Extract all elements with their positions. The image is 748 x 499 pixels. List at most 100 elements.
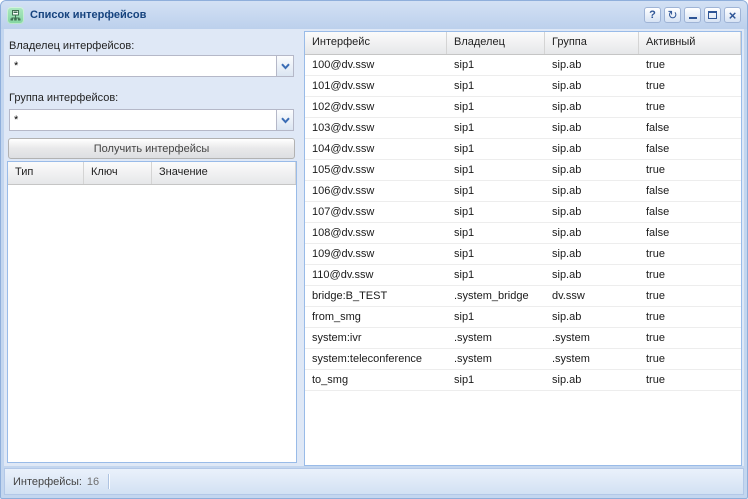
table-cell: sip.ab <box>545 55 639 75</box>
table-row[interactable]: 105@dv.sswsip1sip.abtrue <box>305 160 741 181</box>
column-header-group[interactable]: Группа <box>545 32 639 54</box>
column-header-interface[interactable]: Интерфейс <box>305 32 447 54</box>
table-row[interactable]: system:ivr.system.systemtrue <box>305 328 741 349</box>
table-cell: .system_bridge <box>447 286 545 306</box>
table-cell: sip.ab <box>545 223 639 243</box>
table-row[interactable]: 101@dv.sswsip1sip.abtrue <box>305 76 741 97</box>
minimize-icon <box>689 12 697 19</box>
table-cell: sip.ab <box>545 202 639 222</box>
column-header-type[interactable]: Тип <box>8 162 84 184</box>
table-cell: true <box>639 307 741 327</box>
window-controls: ? ↻ × <box>644 7 741 23</box>
table-cell: sip.ab <box>545 118 639 138</box>
table-cell: system:teleconference <box>305 349 447 369</box>
table-row[interactable]: 100@dv.sswsip1sip.abtrue <box>305 55 741 76</box>
table-cell: true <box>639 97 741 117</box>
owner-filter-label: Владелец интерфейсов: <box>9 40 134 52</box>
column-header-owner[interactable]: Владелец <box>447 32 545 54</box>
interfaces-window: Список интерфейсов ? ↻ × Владелец интерф… <box>0 0 748 499</box>
table-cell: .system <box>447 349 545 369</box>
table-row[interactable]: 106@dv.sswsip1sip.abfalse <box>305 181 741 202</box>
table-row[interactable]: 109@dv.sswsip1sip.abtrue <box>305 244 741 265</box>
table-cell: system:ivr <box>305 328 447 348</box>
table-cell: true <box>639 76 741 96</box>
table-cell: true <box>639 370 741 390</box>
refresh-button[interactable]: ↻ <box>664 7 681 23</box>
chevron-down-icon <box>281 117 290 124</box>
column-header-active[interactable]: Активный <box>639 32 741 54</box>
help-button[interactable]: ? <box>644 7 661 23</box>
table-cell: sip1 <box>447 160 545 180</box>
table-row[interactable]: 108@dv.sswsip1sip.abfalse <box>305 223 741 244</box>
table-cell: true <box>639 160 741 180</box>
titlebar: Список интерфейсов ? ↻ × <box>1 1 747 29</box>
table-cell: 106@dv.ssw <box>305 181 447 201</box>
table-cell: sip1 <box>447 223 545 243</box>
table-cell: sip.ab <box>545 139 639 159</box>
table-cell: .system <box>447 328 545 348</box>
table-cell: sip.ab <box>545 265 639 285</box>
table-cell: false <box>639 223 741 243</box>
params-table: Тип Ключ Значение <box>7 161 297 463</box>
table-row[interactable]: 103@dv.sswsip1sip.abfalse <box>305 118 741 139</box>
table-row[interactable]: 102@dv.sswsip1sip.abtrue <box>305 97 741 118</box>
close-icon: × <box>729 9 737 22</box>
table-cell: 100@dv.ssw <box>305 55 447 75</box>
table-cell: sip.ab <box>545 370 639 390</box>
table-cell: 105@dv.ssw <box>305 160 447 180</box>
table-cell: sip1 <box>447 181 545 201</box>
close-button[interactable]: × <box>724 7 741 23</box>
table-cell: sip1 <box>447 202 545 222</box>
table-row[interactable]: system:teleconference.system.systemtrue <box>305 349 741 370</box>
table-cell: true <box>639 286 741 306</box>
group-filter-value: * <box>14 110 18 130</box>
get-interfaces-button[interactable]: Получить интерфейсы <box>8 138 295 159</box>
window-body: Владелец интерфейсов: * Группа интерфейс… <box>4 29 744 466</box>
table-cell: dv.ssw <box>545 286 639 306</box>
table-cell: false <box>639 139 741 159</box>
window-title: Список интерфейсов <box>30 9 146 21</box>
table-cell: false <box>639 118 741 138</box>
help-icon: ? <box>649 9 656 22</box>
group-combo-trigger[interactable] <box>276 110 293 130</box>
table-row[interactable]: to_smgsip1sip.abtrue <box>305 370 741 391</box>
table-cell: sip.ab <box>545 307 639 327</box>
interfaces-count: 16 <box>87 476 99 488</box>
table-row[interactable]: 110@dv.sswsip1sip.abtrue <box>305 265 741 286</box>
table-cell: false <box>639 202 741 222</box>
owner-filter-combobox[interactable]: * <box>9 55 294 77</box>
table-cell: .system <box>545 349 639 369</box>
table-cell: sip1 <box>447 370 545 390</box>
group-filter-label: Группа интерфейсов: <box>9 92 118 104</box>
table-cell: sip1 <box>447 118 545 138</box>
table-cell: true <box>639 244 741 264</box>
column-header-key[interactable]: Ключ <box>84 162 152 184</box>
table-cell: .system <box>545 328 639 348</box>
table-row[interactable]: 107@dv.sswsip1sip.abfalse <box>305 202 741 223</box>
statusbar: Интерфейсы: 16 <box>4 468 744 495</box>
statusbar-label: Интерфейсы: <box>13 476 82 488</box>
table-cell: sip1 <box>447 265 545 285</box>
interfaces-table: Интерфейс Владелец Группа Активный 100@d… <box>304 31 742 466</box>
table-cell: sip.ab <box>545 76 639 96</box>
statusbar-divider <box>108 474 110 489</box>
table-cell: 109@dv.ssw <box>305 244 447 264</box>
table-cell: 110@dv.ssw <box>305 265 447 285</box>
minimize-button[interactable] <box>684 7 701 23</box>
table-cell: sip1 <box>447 55 545 75</box>
table-row[interactable]: from_smgsip1sip.abtrue <box>305 307 741 328</box>
table-row[interactable]: bridge:B_TEST.system_bridgedv.sswtrue <box>305 286 741 307</box>
table-row[interactable]: 104@dv.sswsip1sip.abfalse <box>305 139 741 160</box>
group-filter-combobox[interactable]: * <box>9 109 294 131</box>
table-cell: sip.ab <box>545 181 639 201</box>
interfaces-table-header: Интерфейс Владелец Группа Активный <box>305 32 741 55</box>
column-header-value[interactable]: Значение <box>152 162 296 184</box>
owner-combo-trigger[interactable] <box>276 56 293 76</box>
table-cell: from_smg <box>305 307 447 327</box>
table-cell: sip.ab <box>545 97 639 117</box>
table-cell: 102@dv.ssw <box>305 97 447 117</box>
table-cell: sip.ab <box>545 160 639 180</box>
maximize-button[interactable] <box>704 7 721 23</box>
params-table-header: Тип Ключ Значение <box>8 162 296 185</box>
table-cell: true <box>639 265 741 285</box>
